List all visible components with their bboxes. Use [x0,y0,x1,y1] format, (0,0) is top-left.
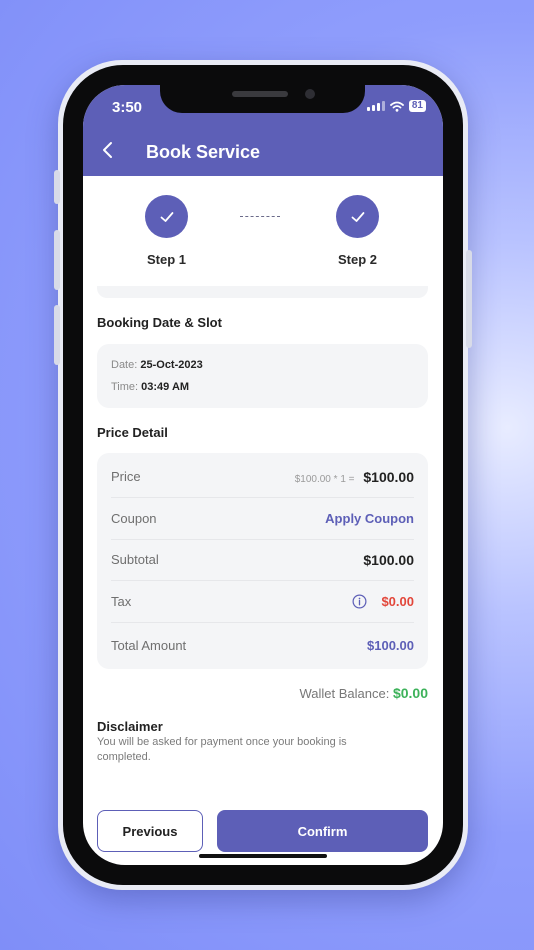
step-connector [240,216,280,217]
apply-coupon-link[interactable]: Apply Coupon [325,511,414,526]
time-label: Time: [111,381,139,393]
volume-down-button [54,305,60,365]
step-2-check [336,195,379,238]
camera-notch [160,85,365,113]
total-label: Total Amount [111,637,187,653]
check-icon [160,211,173,222]
wallet-balance: Wallet Balance: $0.00 [299,685,428,701]
home-indicator [199,854,327,858]
wifi-icon [389,101,404,112]
previous-button[interactable]: Previous [97,810,203,852]
volume-up-button [54,230,60,290]
previous-card-edge [97,286,428,298]
wallet-value: $0.00 [392,685,428,701]
app-screen: 3:50 81 Book Service Step 1 Step 2 Booki… [83,85,443,865]
back-arrow-icon[interactable] [99,140,119,160]
booking-date: Date: 25-Oct-2023 [111,359,203,371]
price-breakdown: $100.00 * 1 = [294,473,355,485]
page-title: Book Service [146,142,261,162]
tax-value: $0.00 [381,594,414,609]
info-icon[interactable] [352,594,367,609]
subtotal-label: Subtotal [111,552,159,567]
tax-row: Tax $0.00 [111,581,414,623]
booking-section-title: Booking Date & Slot [97,315,222,330]
app-header: 3:50 81 Book Service [83,85,443,176]
price-label: Price [111,469,141,484]
front-camera [305,89,315,99]
subtotal-row: Subtotal $100.00 [111,539,414,581]
status-time: 3:50 [112,99,143,116]
price-detail-box: Price $100.00 * 1 = $100.00 Coupon Apply… [97,453,428,669]
power-button [466,250,472,348]
tax-label: Tax [111,594,132,609]
signal-icon [366,101,385,111]
coupon-label: Coupon [111,511,157,526]
booking-info-box: Date: 25-Oct-2023 Time: 03:49 AM [97,344,428,408]
price-row: Price $100.00 * 1 = $100.00 [111,456,414,498]
status-icons: 81 [366,100,426,112]
price-section-title: Price Detail [97,425,168,440]
wallet-label: Wallet Balance: [299,686,390,701]
battery-icon: 81 [408,100,426,112]
tax-value-group: $0.00 [352,594,414,609]
total-value: $100.00 [367,637,414,653]
date-value: 25-Oct-2023 [140,359,203,371]
check-icon [351,211,364,222]
coupon-row: Coupon Apply Coupon [111,498,414,540]
disclaimer-text: You will be asked for payment once your … [97,736,347,763]
price-value: $100.00 [363,468,414,485]
step-1-check [145,195,188,238]
step-2-label: Step 2 [338,252,378,267]
disclaimer-title: Disclaimer [97,719,163,734]
date-label: Date: [111,359,138,371]
booking-time: Time: 03:49 AM [111,381,189,393]
step-1-label: Step 1 [147,252,187,267]
price-value-group: $100.00 * 1 = $100.00 [295,469,414,485]
mute-switch [54,170,60,204]
confirm-button[interactable]: Confirm [217,810,428,852]
step-indicator: Step 1 Step 2 [83,176,443,286]
subtotal-value: $100.00 [363,551,414,568]
time-value: 03:49 AM [141,381,190,393]
total-row: Total Amount $100.00 [111,624,414,666]
speaker-grille [232,91,288,97]
